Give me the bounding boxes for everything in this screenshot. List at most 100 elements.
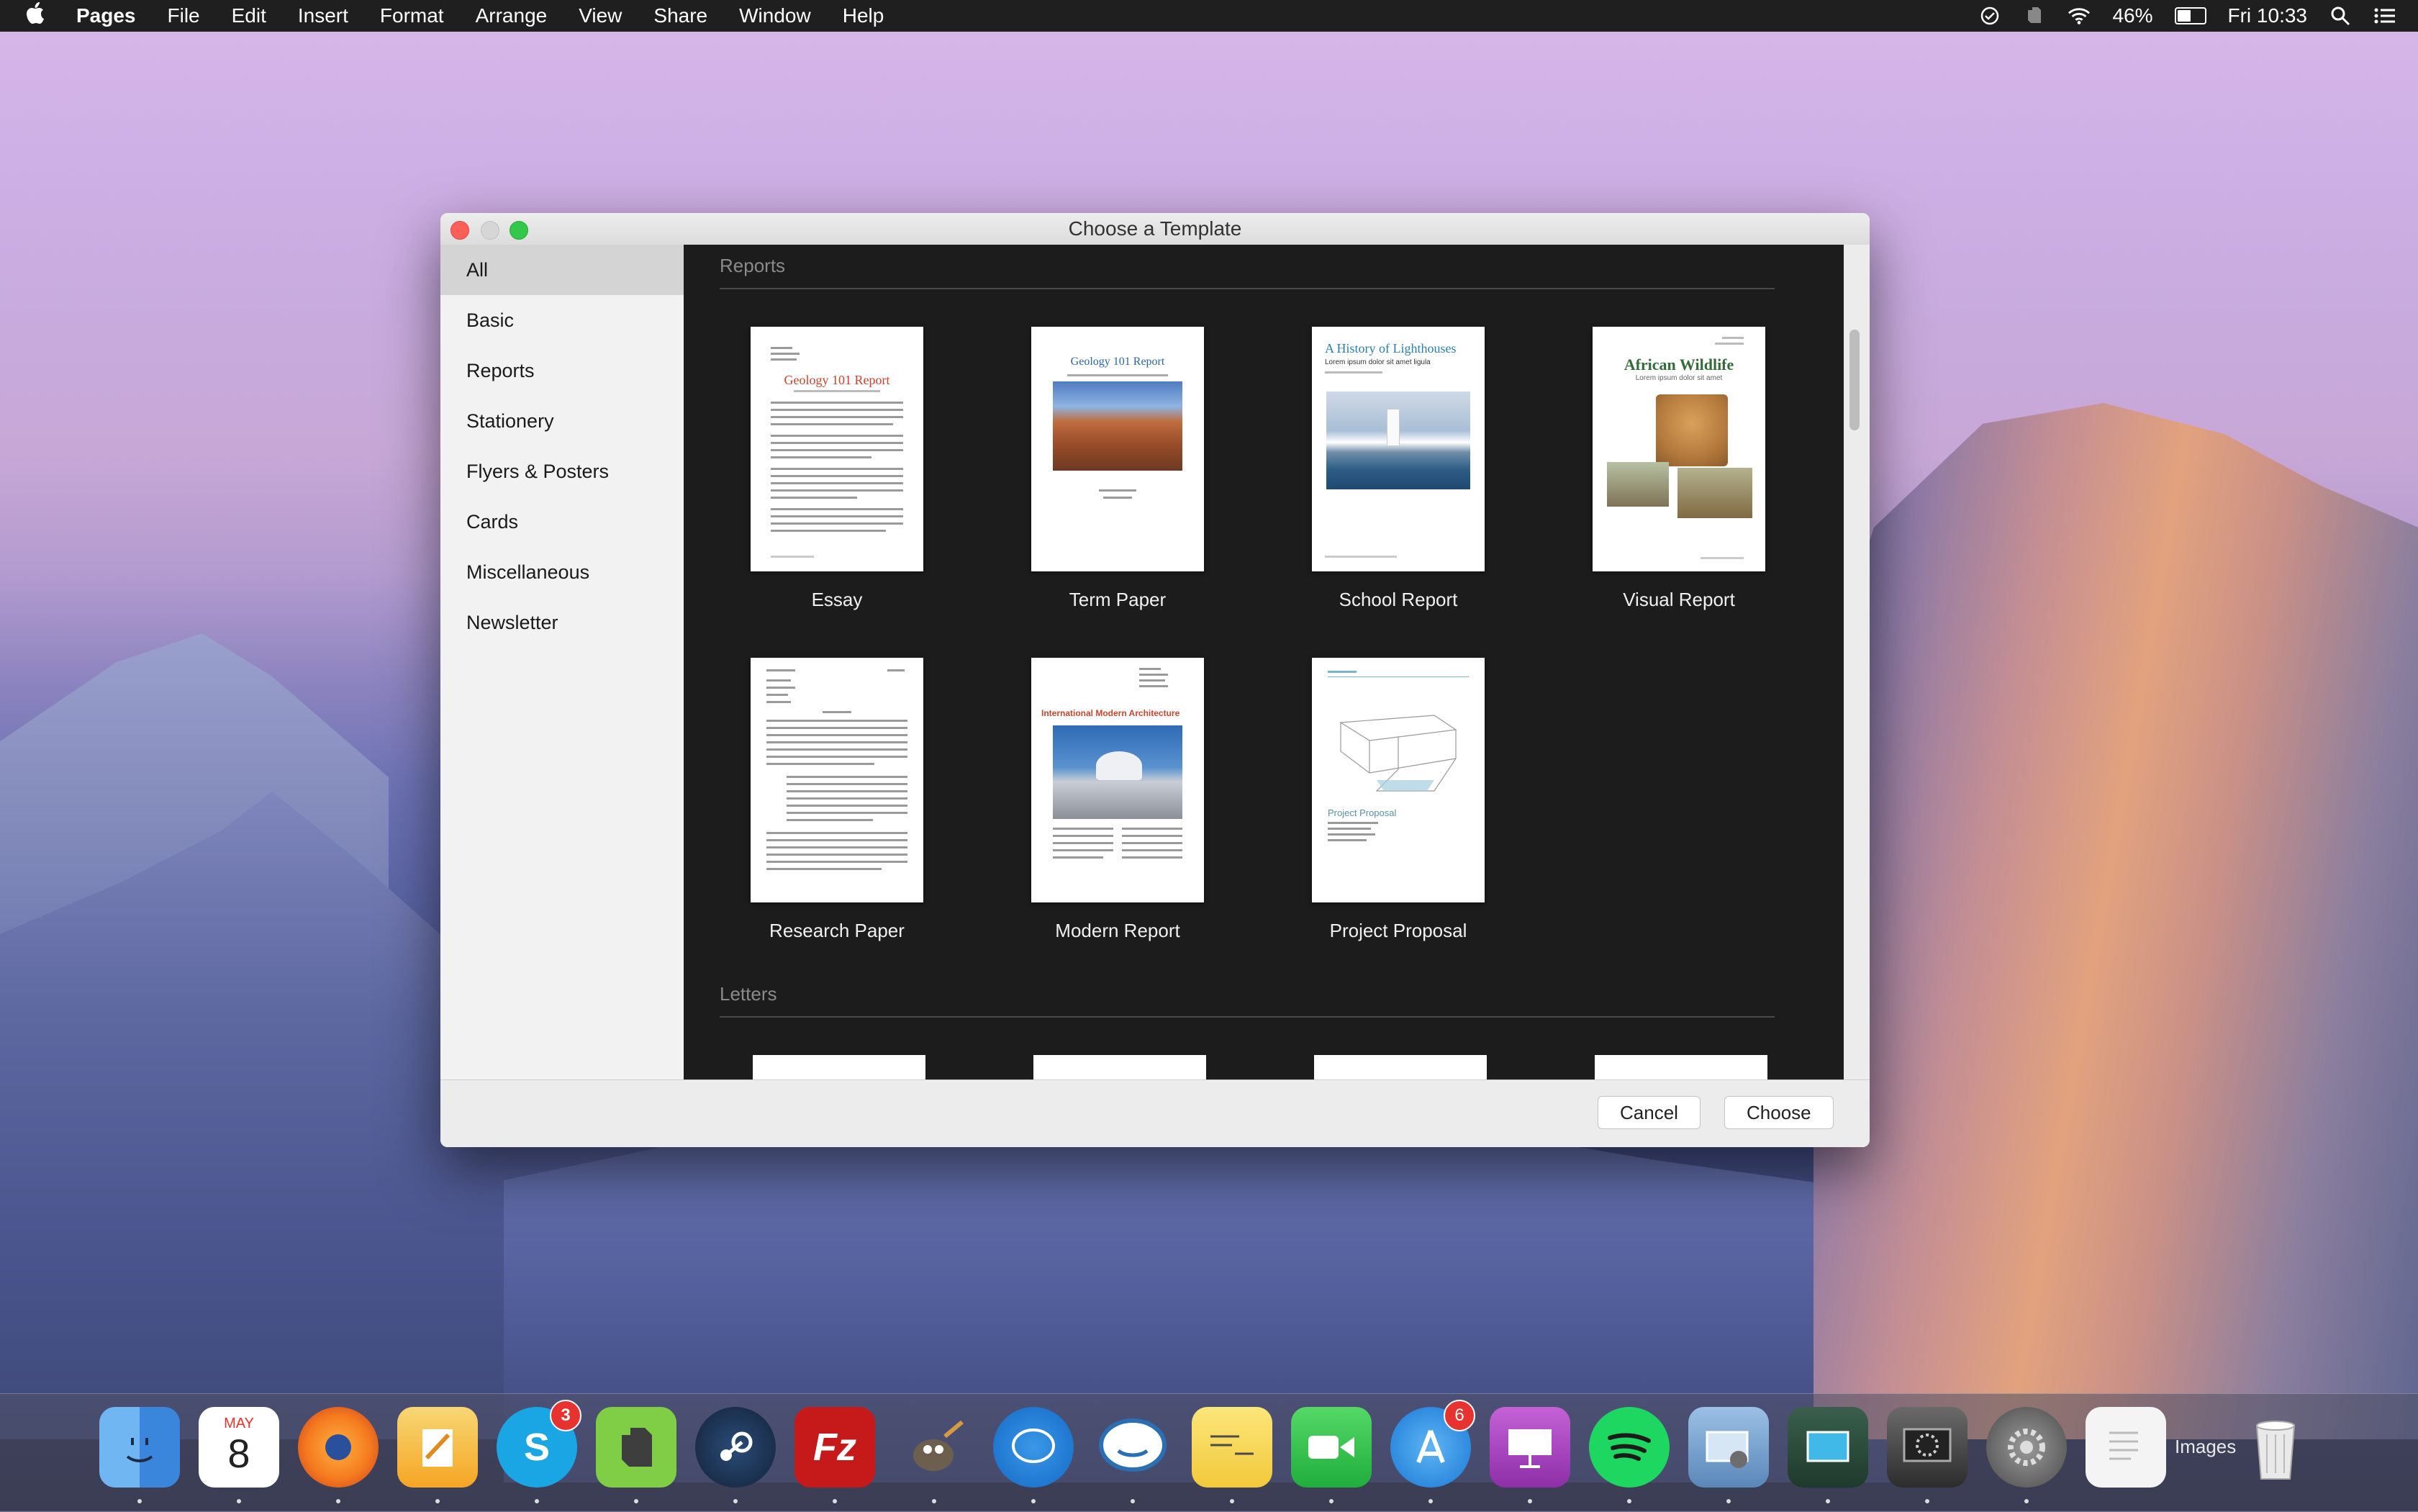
evernote-icon[interactable] xyxy=(596,1407,676,1503)
window-titlebar[interactable]: Choose a Template xyxy=(440,213,1870,245)
building-sketch xyxy=(1339,715,1457,792)
running-indicator xyxy=(1726,1499,1731,1503)
spotlight-search-icon[interactable] xyxy=(2329,6,2352,26)
template-chooser-window: Choose a Template All Basic Reports Stat… xyxy=(440,213,1870,1147)
sidebar-item-basic[interactable]: Basic xyxy=(440,295,684,345)
app-name-menu[interactable]: Pages xyxy=(76,4,136,27)
checkmark-status-icon[interactable] xyxy=(1978,6,2001,26)
meerkat-photo xyxy=(1677,468,1752,518)
template-label: Project Proposal xyxy=(1329,920,1467,941)
spotify-icon[interactable] xyxy=(1589,1407,1670,1503)
calendar-month: MAY xyxy=(224,1415,254,1431)
sidebar-item-cards[interactable]: Cards xyxy=(440,497,684,547)
app-store-icon[interactable]: 6 xyxy=(1390,1400,1475,1503)
menu-arrange[interactable]: Arrange xyxy=(476,4,548,27)
trash-icon[interactable] xyxy=(2235,1407,2316,1488)
template-term-paper[interactable]: Geology 101 Report Term Paper xyxy=(1006,327,1229,611)
template-label: Modern Report xyxy=(1055,920,1180,941)
preview-icon[interactable] xyxy=(1788,1407,1868,1503)
template-label: School Report xyxy=(1339,589,1458,610)
choose-button[interactable]: Choose xyxy=(1724,1096,1834,1129)
thumb-title: African Wildlife xyxy=(1624,356,1734,374)
cancel-button[interactable]: Cancel xyxy=(1598,1096,1701,1129)
calendar-icon[interactable]: MAY 8 xyxy=(199,1407,279,1503)
firefox-icon[interactable] xyxy=(298,1407,379,1503)
vertical-scrollbar[interactable] xyxy=(1844,245,1870,1079)
template-letter-stub[interactable] xyxy=(1314,1055,1487,1079)
sidebar-item-reports[interactable]: Reports xyxy=(440,345,684,396)
template-thumbnail[interactable]: African Wildlife Lorem ipsum dolor sit a… xyxy=(1593,327,1765,571)
app-store-badge: 6 xyxy=(1444,1400,1475,1431)
sidebar-item-all[interactable]: All xyxy=(440,245,684,295)
iphoto-icon[interactable] xyxy=(1688,1407,1769,1503)
menu-help[interactable]: Help xyxy=(843,4,884,27)
stickies-icon[interactable] xyxy=(1192,1407,1272,1503)
running-indicator xyxy=(237,1499,241,1503)
messages-icon[interactable] xyxy=(993,1407,1074,1503)
pages-icon[interactable] xyxy=(397,1407,478,1503)
chat-bubble-icon[interactable] xyxy=(1092,1407,1173,1503)
template-gallery: Reports Geology 101 Report Essay Geology… xyxy=(684,245,1844,1079)
menu-window[interactable]: Window xyxy=(739,4,811,27)
filezilla-icon[interactable]: Fz xyxy=(794,1407,875,1503)
battery-percent[interactable]: 46% xyxy=(2112,4,2152,27)
template-thumbnail[interactable]: International Modern Architecture xyxy=(1031,658,1204,902)
running-indicator xyxy=(137,1499,142,1503)
system-monitor-icon[interactable] xyxy=(1887,1407,1968,1503)
keynote-icon[interactable] xyxy=(1490,1407,1570,1503)
notification-center-icon[interactable] xyxy=(2373,6,2396,26)
template-essay[interactable]: Geology 101 Report Essay xyxy=(725,327,948,611)
sidebar-item-newsletter[interactable]: Newsletter xyxy=(440,597,684,648)
template-letter-stub[interactable] xyxy=(1033,1055,1206,1079)
template-school-report[interactable]: A History of Lighthouses Lorem ipsum dol… xyxy=(1287,327,1510,611)
images-stack-label[interactable]: Images xyxy=(2175,1436,2236,1458)
menu-format[interactable]: Format xyxy=(380,4,444,27)
template-project-proposal[interactable]: Project Proposal Project Proposal xyxy=(1287,658,1510,942)
thumb-title: Geology 101 Report xyxy=(784,373,890,387)
gimp-icon[interactable] xyxy=(894,1407,974,1503)
dialog-footer: Cancel Choose xyxy=(440,1079,1870,1147)
giraffe-photo xyxy=(1656,394,1728,466)
textedit-icon[interactable] xyxy=(2086,1407,2166,1488)
sidebar-item-stationery[interactable]: Stationery xyxy=(440,396,684,446)
sidebar-item-miscellaneous[interactable]: Miscellaneous xyxy=(440,547,684,597)
steam-icon[interactable] xyxy=(695,1407,776,1503)
menu-view[interactable]: View xyxy=(579,4,622,27)
menu-share[interactable]: Share xyxy=(653,4,707,27)
template-thumbnail[interactable]: Geology 101 Report xyxy=(1031,327,1204,571)
section-divider xyxy=(720,288,1775,289)
menu-insert[interactable]: Insert xyxy=(298,4,348,27)
template-letter-stub[interactable] xyxy=(753,1055,925,1079)
skype-icon[interactable]: S 3 xyxy=(497,1400,581,1503)
template-research-paper[interactable]: Research Paper xyxy=(725,658,948,942)
section-title-reports: Reports xyxy=(720,255,786,276)
template-letter-stub[interactable] xyxy=(1595,1055,1767,1079)
running-indicator xyxy=(1528,1499,1532,1503)
category-sidebar: All Basic Reports Stationery Flyers & Po… xyxy=(440,245,684,1079)
template-thumbnail[interactable]: Geology 101 Report xyxy=(751,327,923,571)
running-indicator xyxy=(1230,1499,1234,1503)
battery-icon[interactable] xyxy=(2174,7,2206,24)
menu-file[interactable]: File xyxy=(168,4,200,27)
template-visual-report[interactable]: African Wildlife Lorem ipsum dolor sit a… xyxy=(1567,327,1790,611)
facetime-icon[interactable] xyxy=(1291,1407,1372,1503)
thumb-title: Project Proposal xyxy=(1328,807,1397,818)
apple-menu-icon[interactable] xyxy=(26,2,55,30)
template-thumbnail[interactable]: Project Proposal xyxy=(1312,658,1485,902)
sidebar-item-flyers-posters[interactable]: Flyers & Posters xyxy=(440,446,684,497)
template-thumbnail[interactable]: A History of Lighthouses Lorem ipsum dol… xyxy=(1312,327,1485,571)
template-label: Research Paper xyxy=(769,920,905,941)
menu-edit[interactable]: Edit xyxy=(232,4,266,27)
finder-icon[interactable] xyxy=(99,1407,180,1503)
clock[interactable]: Fri 10:33 xyxy=(2228,4,2308,27)
running-indicator xyxy=(435,1499,440,1503)
template-thumbnail[interactable] xyxy=(751,658,923,902)
elephant-photo xyxy=(1607,462,1669,507)
system-preferences-gear-icon[interactable] xyxy=(1986,1407,2067,1503)
lighthouse-tower xyxy=(1387,409,1400,446)
template-modern-report[interactable]: International Modern Architecture Modern… xyxy=(1006,658,1229,942)
wifi-icon[interactable] xyxy=(2068,6,2091,26)
scrollbar-thumb[interactable] xyxy=(1849,330,1860,430)
desktop-half-dome xyxy=(1814,403,2418,1439)
evernote-status-icon[interactable] xyxy=(2023,6,2046,26)
